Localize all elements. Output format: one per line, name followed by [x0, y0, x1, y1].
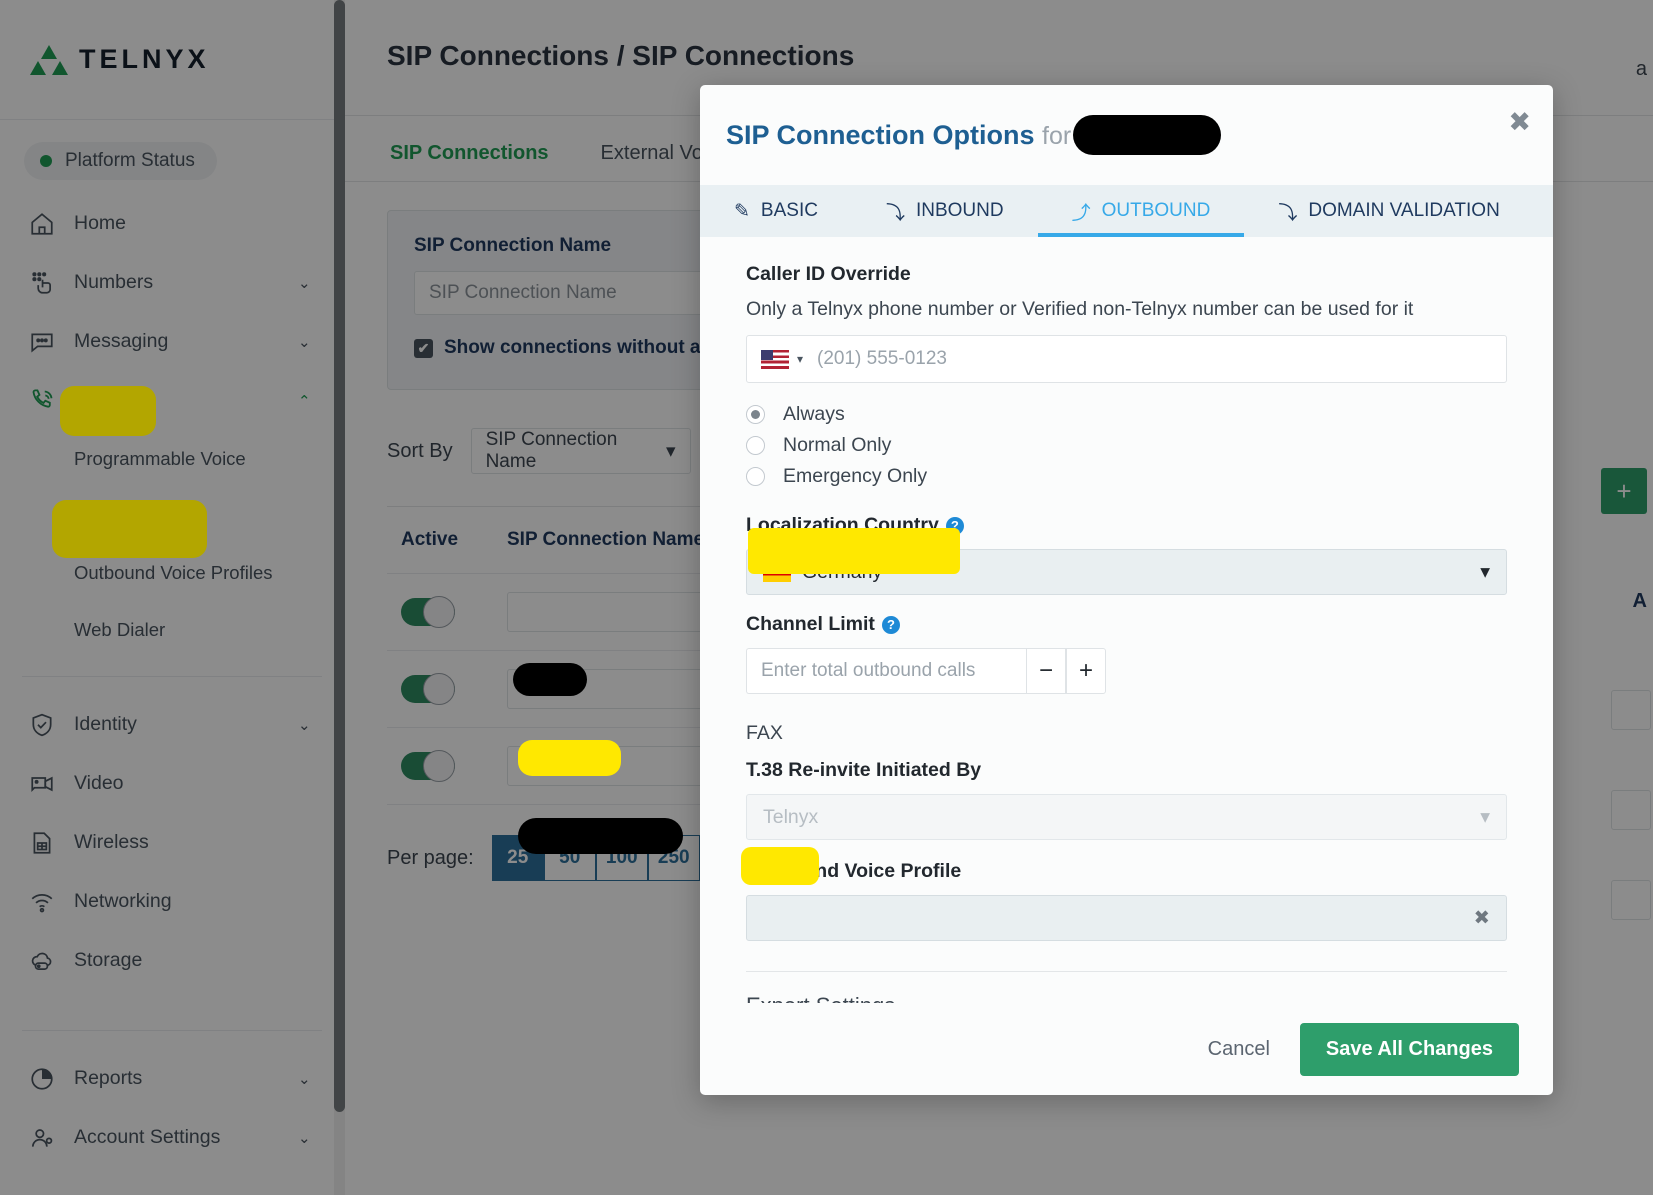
redaction-connection-name	[1073, 115, 1221, 155]
chevron-down-icon[interactable]: ▾	[1480, 805, 1490, 829]
caller-id-override-label: Caller ID Override	[746, 263, 1507, 286]
caller-id-phone-input[interactable]: ▾ (201) 555-0123	[746, 335, 1507, 383]
radio-label: Always	[783, 403, 845, 426]
chevron-down-icon[interactable]: ▾	[1480, 560, 1490, 584]
tab-outbound[interactable]: ⤴ OUTBOUND	[1038, 185, 1245, 237]
cancel-button[interactable]: Cancel	[1208, 1038, 1270, 1061]
pencil-icon: ✎	[734, 200, 750, 223]
localization-country-value: Germany	[802, 561, 882, 584]
sip-connection-options-dialog: SIP Connection Options for ✖ ✎ BASIC ⤵ I…	[700, 85, 1553, 1095]
help-question-icon[interactable]: ?	[946, 517, 964, 535]
expert-settings-section[interactable]: Expert Settings ⌄	[746, 971, 1507, 1003]
localization-country-text: Localization Country	[746, 514, 939, 536]
tab-domain-validation[interactable]: ⤵ DOMAIN VALIDATION	[1244, 185, 1533, 237]
outbound-voice-profile-select[interactable]: ✖	[746, 895, 1507, 941]
help-question-icon[interactable]: ?	[882, 616, 900, 634]
caller-id-mode-group: Always Normal Only Emergency Only	[746, 399, 1507, 492]
channel-limit-stepper: Enter total outbound calls − +	[746, 648, 1106, 694]
chevron-down-icon[interactable]: ▾	[797, 352, 803, 366]
us-flag-icon	[761, 350, 789, 369]
radio-normal-only[interactable]: Normal Only	[746, 430, 1507, 461]
localization-country-select[interactable]: Germany ▾	[746, 549, 1507, 595]
channel-limit-label: Channel Limit?	[746, 613, 1507, 636]
dialog-title: SIP Connection Options for	[726, 115, 1519, 155]
radio-label: Emergency Only	[783, 465, 927, 488]
dialog-header: SIP Connection Options for ✖	[700, 85, 1553, 155]
domain-validation-icon: ⤵	[1278, 198, 1297, 225]
radio-selected-icon[interactable]	[746, 405, 765, 424]
fax-section-label: FAX	[746, 722, 1507, 745]
tab-label: INBOUND	[916, 200, 1004, 222]
caller-id-phone-placeholder: (201) 555-0123	[817, 348, 947, 370]
de-flag-icon	[763, 563, 791, 582]
clear-x-icon[interactable]: ✖	[1474, 906, 1490, 930]
app-root: TELNYX Platform Status Home	[0, 0, 1653, 1195]
t38-reinvite-select[interactable]: Telnyx ▾	[746, 794, 1507, 840]
radio-label: Normal Only	[783, 434, 891, 457]
t38-reinvite-value: Telnyx	[763, 806, 818, 829]
inbound-arrow-icon: ⤵	[886, 198, 905, 225]
tab-label: DOMAIN VALIDATION	[1308, 200, 1499, 222]
expert-settings-label: Expert Settings	[746, 993, 895, 1003]
dialog-body: Caller ID Override Only a Telnyx phone n…	[700, 237, 1553, 1003]
radio-unselected-icon[interactable]	[746, 436, 765, 455]
radio-always[interactable]: Always	[746, 399, 1507, 430]
caller-id-override-hint: Only a Telnyx phone number or Verified n…	[746, 298, 1507, 321]
channel-limit-input[interactable]: Enter total outbound calls	[746, 648, 1026, 694]
radio-emergency-only[interactable]: Emergency Only	[746, 461, 1507, 492]
dialog-footer: Cancel Save All Changes	[700, 1003, 1553, 1095]
tab-label: OUTBOUND	[1102, 200, 1211, 222]
tab-inbound[interactable]: ⤵ INBOUND	[852, 185, 1038, 237]
dialog-tabs: ✎ BASIC ⤵ INBOUND ⤴ OUTBOUND ⤵ DOMAIN VA…	[700, 185, 1553, 237]
close-icon[interactable]: ✖	[1508, 107, 1531, 138]
channel-limit-decrement-button[interactable]: −	[1026, 648, 1066, 694]
save-all-changes-button[interactable]: Save All Changes	[1300, 1023, 1519, 1076]
tab-basic[interactable]: ✎ BASIC	[700, 185, 852, 237]
tab-label: BASIC	[761, 200, 818, 222]
chevron-down-icon[interactable]: ⌄	[1484, 990, 1507, 1004]
dialog-title-text: SIP Connection Options	[726, 120, 1035, 150]
channel-limit-increment-button[interactable]: +	[1066, 648, 1106, 694]
dialog-title-suffix: for	[1042, 122, 1071, 150]
radio-unselected-icon[interactable]	[746, 467, 765, 486]
t38-reinvite-label: T.38 Re-invite Initiated By	[746, 759, 1507, 782]
localization-country-label: Localization Country?	[746, 514, 1507, 537]
outbound-voice-profile-label: Outbound Voice Profile	[746, 860, 1507, 883]
outbound-arrow-icon: ⤴	[1072, 198, 1091, 225]
channel-limit-text: Channel Limit	[746, 613, 875, 635]
